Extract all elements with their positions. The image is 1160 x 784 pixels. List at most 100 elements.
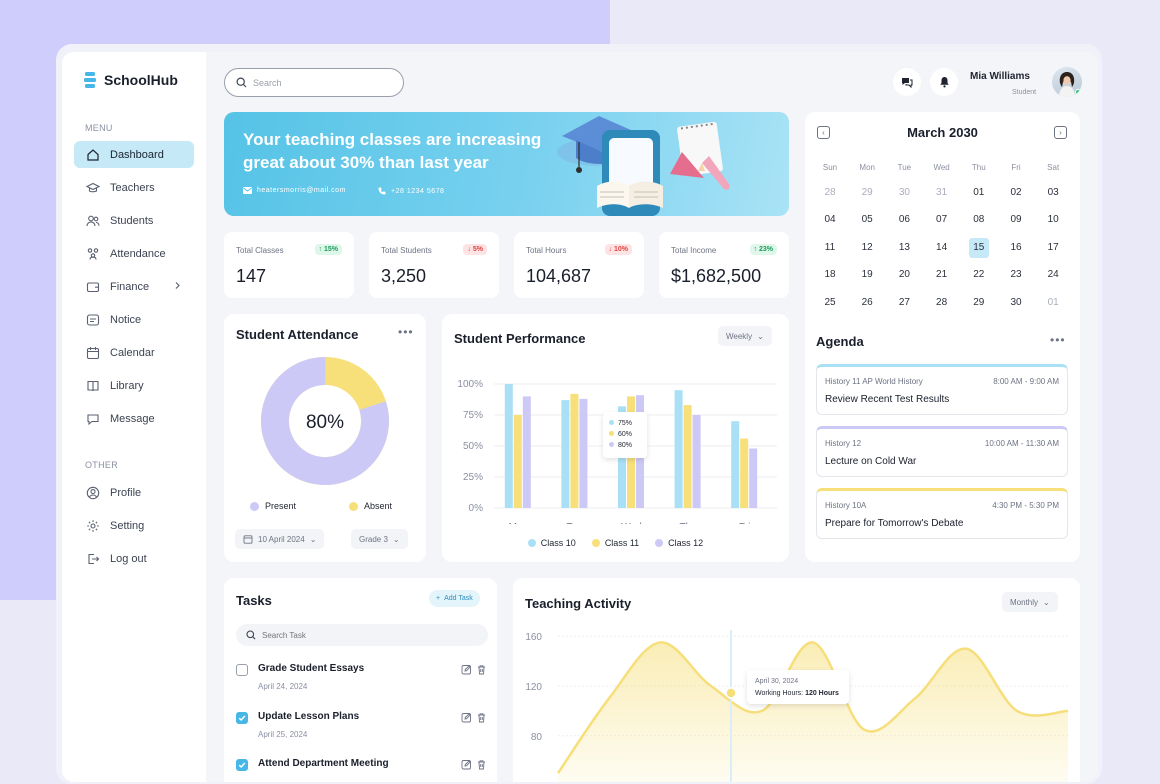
calendar-date[interactable]: 11: [820, 238, 840, 258]
calendar-date[interactable]: 23: [1006, 265, 1026, 285]
more-options-icon[interactable]: •••: [398, 325, 414, 339]
sidebar-item-dashboard[interactable]: Dashboard: [74, 141, 194, 168]
agenda-item[interactable]: History 10A 4:30 PM - 5:30 PM Prepare fo…: [816, 488, 1068, 539]
chat-button[interactable]: [893, 68, 921, 96]
calendar-date[interactable]: 28: [932, 293, 952, 313]
bar-class-11[interactable]: [514, 415, 522, 508]
agenda-item[interactable]: History 12 10:00 AM - 11:30 AM Lecture o…: [816, 426, 1068, 477]
notification-button[interactable]: [930, 68, 958, 96]
sidebar-item-notice[interactable]: Notice: [74, 306, 194, 333]
calendar-date[interactable]: 03: [1043, 183, 1063, 203]
stat-total-classes[interactable]: Total Classes ↑ 15% 147: [224, 232, 354, 298]
book-icon: [86, 379, 100, 393]
calendar-date[interactable]: 30: [1006, 293, 1026, 313]
stat-total-income[interactable]: Total Income ↑ 23% $1,682,500: [659, 232, 789, 298]
add-task-button[interactable]: + Add Task: [429, 590, 480, 607]
bar-class-10[interactable]: [675, 390, 683, 508]
calendar-date-today[interactable]: 15: [969, 238, 989, 258]
calendar-date[interactable]: 25: [820, 293, 840, 313]
trash-icon[interactable]: [476, 712, 487, 723]
task-checkbox[interactable]: [236, 664, 248, 676]
trash-icon[interactable]: [476, 759, 487, 770]
bar-class-10[interactable]: [561, 400, 569, 508]
graduation-cap-icon: [86, 181, 100, 195]
calendar-date[interactable]: 29: [969, 293, 989, 313]
calendar-date[interactable]: 31: [932, 183, 952, 203]
sidebar-item-message[interactable]: Message: [74, 405, 194, 432]
bar-class-11[interactable]: [684, 405, 692, 508]
search-input[interactable]: [253, 78, 383, 88]
calendar-date[interactable]: 18: [820, 265, 840, 285]
banner-phone[interactable]: +28 1234 5678: [378, 187, 444, 195]
period-value: Monthly: [1010, 598, 1038, 607]
logo[interactable]: SchoolHub: [84, 72, 178, 88]
trash-icon[interactable]: [476, 664, 487, 675]
calendar-date[interactable]: 05: [857, 210, 877, 230]
bar-class-12[interactable]: [693, 415, 701, 508]
calendar-date[interactable]: 30: [894, 183, 914, 203]
calendar-date[interactable]: 06: [894, 210, 914, 230]
calendar-date[interactable]: 26: [857, 293, 877, 313]
bar-class-11[interactable]: [570, 394, 578, 508]
sidebar-item-logout[interactable]: Log out: [74, 545, 194, 572]
sidebar-item-setting[interactable]: Setting: [74, 512, 194, 539]
task-search-input[interactable]: [262, 631, 462, 640]
sidebar-item-calendar[interactable]: Calendar: [74, 339, 194, 366]
attendance-date-filter[interactable]: 10 April 2024 ⌄: [235, 529, 324, 549]
task-search-bar[interactable]: [236, 624, 488, 646]
calendar-next-button[interactable]: ›: [1054, 126, 1067, 139]
stat-total-students[interactable]: Total Students ↓ 5% 3,250: [369, 232, 499, 298]
sidebar-item-students[interactable]: Students: [74, 207, 194, 234]
calendar-date[interactable]: 01: [1043, 293, 1063, 313]
calendar-date[interactable]: 21: [932, 265, 952, 285]
calendar-date[interactable]: 29: [857, 183, 877, 203]
legend-absent: Absent: [349, 501, 392, 511]
performance-period-select[interactable]: Weekly ⌄: [718, 326, 772, 346]
calendar-date[interactable]: 20: [894, 265, 914, 285]
sidebar-item-profile[interactable]: Profile: [74, 479, 194, 506]
calendar-date[interactable]: 04: [820, 210, 840, 230]
calendar-date[interactable]: 19: [857, 265, 877, 285]
bar-class-12[interactable]: [749, 448, 757, 508]
attendance-grade-filter[interactable]: Grade 3 ⌄: [351, 529, 408, 549]
agenda-item[interactable]: History 11 AP World History 8:00 AM - 9:…: [816, 364, 1068, 415]
bar-class-11[interactable]: [740, 439, 748, 508]
sidebar-item-teachers[interactable]: Teachers: [74, 174, 194, 201]
sidebar-item-finance[interactable]: Finance: [74, 273, 194, 300]
calendar-date[interactable]: 02: [1006, 183, 1026, 203]
calendar-date[interactable]: 07: [932, 210, 952, 230]
calendar-date[interactable]: 16: [1006, 238, 1026, 258]
edit-icon[interactable]: [461, 712, 472, 723]
calendar-date[interactable]: 24: [1043, 265, 1063, 285]
search-bar[interactable]: [224, 68, 404, 97]
stat-total-hours[interactable]: Total Hours ↓ 10% 104,687: [514, 232, 644, 298]
calendar-date[interactable]: 10: [1043, 210, 1063, 230]
calendar-date[interactable]: 27: [894, 293, 914, 313]
calendar-date[interactable]: 13: [894, 238, 914, 258]
bar-class-10[interactable]: [731, 421, 739, 508]
sidebar-item-attendance[interactable]: Attendance: [74, 240, 194, 267]
banner-email[interactable]: heatersmorris@mail.com: [243, 187, 346, 194]
edit-icon[interactable]: [461, 664, 472, 675]
bar-class-12[interactable]: [579, 399, 587, 508]
calendar-date[interactable]: 17: [1043, 238, 1063, 258]
calendar-date[interactable]: 09: [1006, 210, 1026, 230]
activity-period-select[interactable]: Monthly ⌄: [1002, 592, 1058, 612]
calendar-date[interactable]: 28: [820, 183, 840, 203]
task-checkbox-checked[interactable]: [236, 712, 248, 724]
calendar-day-name: Sat: [1038, 163, 1068, 172]
task-checkbox-checked[interactable]: [236, 759, 248, 771]
more-options-icon[interactable]: •••: [1050, 333, 1066, 347]
edit-icon[interactable]: [461, 759, 472, 770]
calendar-date[interactable]: 08: [969, 210, 989, 230]
calendar-date[interactable]: 01: [969, 183, 989, 203]
hover-point[interactable]: [726, 688, 736, 698]
chevron-down-icon: ⌄: [1043, 598, 1050, 607]
avatar[interactable]: [1052, 67, 1082, 97]
bar-class-12[interactable]: [523, 396, 531, 508]
calendar-date[interactable]: 14: [932, 238, 952, 258]
calendar-date[interactable]: 12: [857, 238, 877, 258]
bar-class-10[interactable]: [505, 384, 513, 508]
sidebar-item-library[interactable]: Library: [74, 372, 194, 399]
calendar-date[interactable]: 22: [969, 265, 989, 285]
